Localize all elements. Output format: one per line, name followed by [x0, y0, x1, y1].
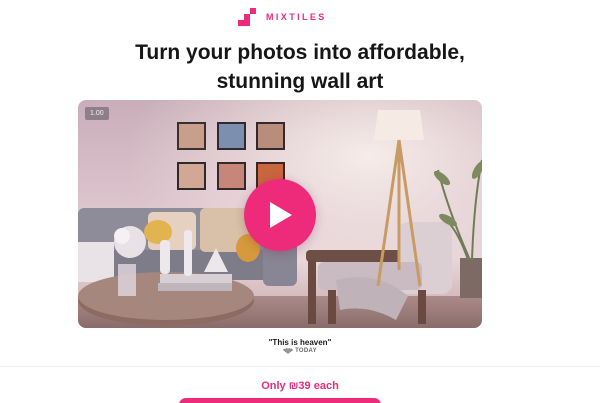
cta-button[interactable]	[179, 398, 381, 403]
landing-page: MIXTILES Turn your photos into affordabl…	[0, 0, 600, 403]
play-icon	[270, 202, 292, 228]
play-button[interactable]	[244, 179, 316, 251]
logo-wordmark: MIXTILES	[266, 12, 327, 22]
mixtiles-logo-icon	[238, 8, 256, 26]
mixtiles-logo[interactable]: MIXTILES	[238, 8, 327, 26]
headline-line-2: stunning wall art	[216, 70, 384, 93]
playback-speed-badge[interactable]: 1.00	[85, 107, 109, 120]
promo-video[interactable]: 1.00	[78, 100, 482, 328]
testimonial-source: TODAY	[0, 348, 600, 354]
testimonial-source-label: TODAY	[295, 348, 317, 354]
nbc-peacock-icon	[283, 348, 294, 354]
price-label: Only ₪39 each	[261, 380, 339, 392]
page-headline: Turn your photos into affordable, stunni…	[0, 38, 600, 96]
headline-line-1: Turn your photos into affordable,	[135, 41, 465, 64]
testimonial-quote: "This is heaven"	[268, 338, 332, 347]
